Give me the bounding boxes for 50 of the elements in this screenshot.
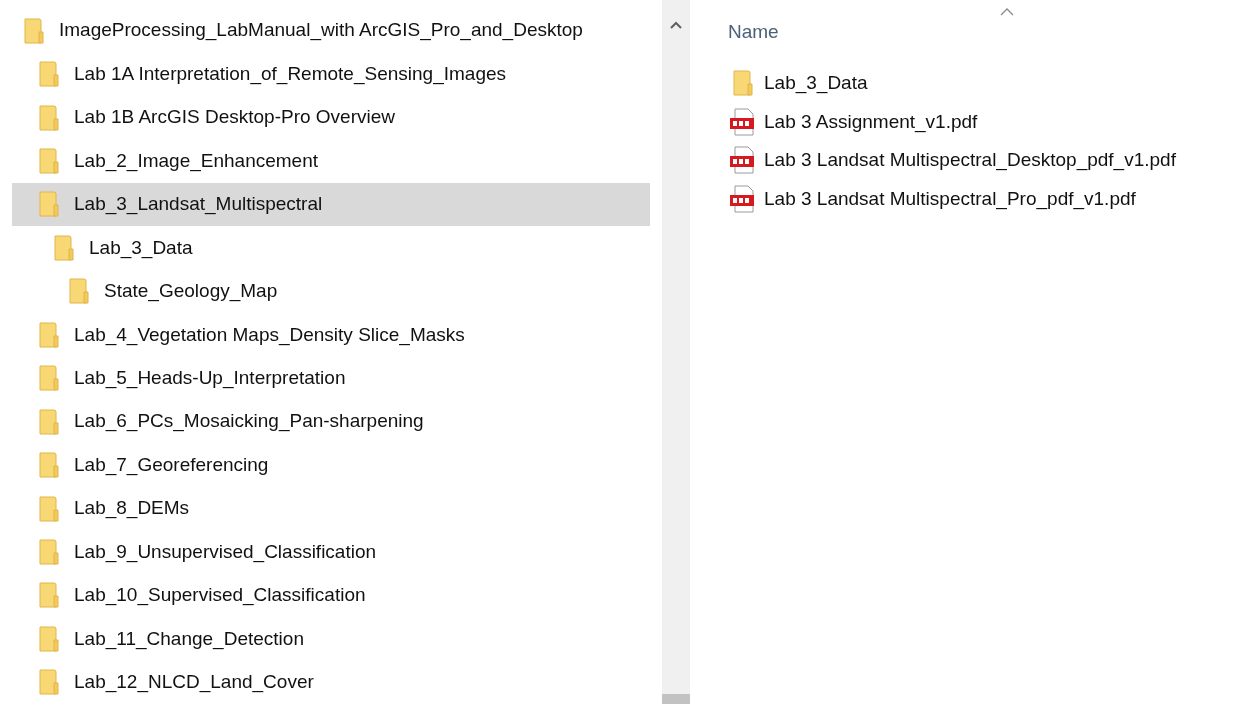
- folder-name: Lab_11_Change_Detection: [74, 626, 304, 652]
- folder-icon: [39, 538, 59, 565]
- file-item[interactable]: Lab 3 Assignment_v1.pdf: [728, 102, 1238, 141]
- pdf-file-icon: [729, 146, 757, 175]
- folder-icon: [39, 452, 59, 479]
- folder-name: Lab_7_Georeferencing: [74, 452, 269, 478]
- file-name: Lab 3 Landsat Multispectral_Desktop_pdf_v1.pdf: [764, 148, 1176, 173]
- file-name: Lab 3 Assignment_v1.pdf: [764, 109, 978, 135]
- folder-name: Lab_6_PCs_Mosaicking_Pan-sharpening: [74, 409, 424, 434]
- folder-name: Lab_12_NLCD_Land_Cover: [74, 670, 314, 695]
- folder-icon: [69, 278, 89, 305]
- scroll-thumb[interactable]: [662, 694, 690, 704]
- folder-name: ImageProcessing_LabManual_with ArcGIS_Pro_and_Desktop: [59, 18, 583, 43]
- file-item[interactable]: Lab_3_Data: [728, 64, 1238, 103]
- folder-icon: [733, 70, 753, 97]
- scroll-up-icon[interactable]: [670, 21, 682, 29]
- scrollbar[interactable]: [662, 0, 690, 704]
- folder-name: Lab_9_Unsupervised_Classification: [74, 539, 377, 565]
- folder-name: Lab 1A Interpretation_of_Remote_Sensing_Images: [74, 61, 507, 87]
- file-name: Lab_3_Data: [764, 71, 868, 96]
- folder-icon: [39, 495, 59, 522]
- column-header[interactable]: Name: [728, 18, 1238, 46]
- folder-icon: [39, 669, 59, 696]
- folder-icon: [39, 365, 59, 392]
- file-name: Lab 3 Landsat Multispectral_Pro_pdf_v1.pdf: [764, 186, 1136, 212]
- folder-name: Lab_8_DEMs: [74, 496, 190, 521]
- folder-icon: [39, 321, 59, 348]
- folder-name: Lab_3_Landsat_Multispectral: [74, 192, 323, 217]
- file-item[interactable]: Lab 3 Landsat Multispectral_Pro_pdf_v1.pdf: [728, 179, 1238, 218]
- folder-icon: [54, 234, 74, 261]
- folder-tree-item[interactable]: Lab_3_Landsat_Multispectral: [12, 182, 650, 227]
- sort-caret-icon[interactable]: [1000, 8, 1014, 16]
- folder-icon: [39, 625, 59, 652]
- folder-icon: [39, 61, 59, 88]
- folder-icon: [39, 148, 59, 175]
- folder-name: State_Geology_Map: [104, 279, 278, 304]
- folder-name: Lab_10_Supervised_Classification: [74, 583, 366, 608]
- folder-icon: [39, 582, 59, 609]
- folder-icon: [24, 17, 44, 44]
- folder-icon: [39, 104, 59, 131]
- folder-icon: [39, 408, 59, 435]
- folder-icon: [39, 191, 59, 218]
- file-item[interactable]: Lab 3 Landsat Multispectral_Desktop_pdf_v1.pdf: [728, 141, 1238, 180]
- folder-name: Lab_4_Vegetation Maps_Density Slice_Masks: [74, 322, 465, 348]
- folder-name: Lab_3_Data: [89, 235, 193, 261]
- pdf-file-icon: [729, 107, 757, 136]
- folder-name: Lab 1B ArcGIS Desktop-Pro Overview: [74, 105, 395, 130]
- pdf-file-icon: [729, 184, 757, 213]
- folder-name: Lab_2_Image_Enhancement: [74, 148, 319, 174]
- folder-name: Lab_5_Heads-Up_Interpretation: [74, 365, 346, 391]
